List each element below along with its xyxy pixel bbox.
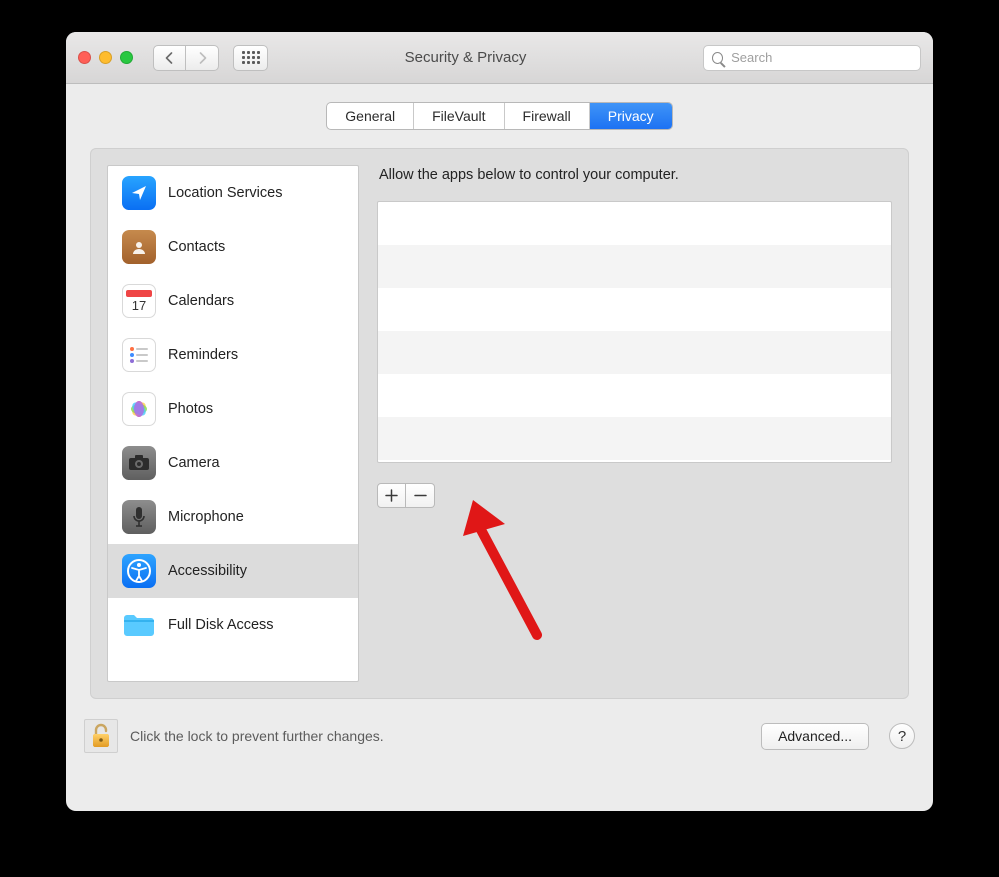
sidebar-item-camera[interactable]: Camera [108, 436, 358, 490]
sidebar-item-label: Location Services [168, 185, 282, 201]
right-pane: Allow the apps below to control your com… [377, 165, 892, 682]
sidebar-item-location-services[interactable]: Location Services [108, 166, 358, 220]
search-input[interactable] [729, 49, 912, 66]
chevron-right-icon [197, 52, 208, 64]
privacy-category-list[interactable]: Location Services Contacts 17 Calendars [107, 165, 359, 682]
chevron-left-icon [164, 52, 175, 64]
tab-general[interactable]: General [327, 103, 414, 129]
sidebar-item-label: Microphone [168, 509, 244, 525]
minus-icon [414, 489, 427, 502]
window-title: Security & Privacy [240, 49, 691, 66]
tab-privacy[interactable]: Privacy [590, 103, 672, 129]
allowed-apps-list[interactable] [377, 201, 892, 463]
sidebar-item-accessibility[interactable]: Accessibility [108, 544, 358, 598]
sidebar-item-full-disk-access[interactable]: Full Disk Access [108, 598, 358, 652]
camera-icon [122, 446, 156, 480]
pane-description: Allow the apps below to control your com… [379, 167, 890, 183]
sidebar-item-label: Reminders [168, 347, 238, 363]
search-field[interactable] [703, 45, 921, 71]
folder-icon [122, 608, 156, 642]
back-button[interactable] [154, 46, 186, 70]
lock-text: Click the lock to prevent further change… [130, 728, 384, 744]
sidebar-item-label: Camera [168, 455, 220, 471]
calendar-icon: 17 [122, 284, 156, 318]
sidebar-item-label: Full Disk Access [168, 617, 274, 633]
tab-group: General FileVault Firewall Privacy [326, 102, 672, 130]
forward-button[interactable] [186, 46, 218, 70]
footer: Click the lock to prevent further change… [66, 719, 933, 771]
sidebar-item-label: Contacts [168, 239, 225, 255]
app-row-empty [378, 245, 891, 288]
sidebar-item-label: Accessibility [168, 563, 247, 579]
microphone-icon [122, 500, 156, 534]
remove-button[interactable] [406, 483, 435, 508]
accessibility-icon [122, 554, 156, 588]
app-row-empty [378, 288, 891, 331]
sidebar-item-contacts[interactable]: Contacts [108, 220, 358, 274]
close-window-button[interactable] [78, 51, 91, 64]
sidebar-item-label: Photos [168, 401, 213, 417]
location-arrow-icon [122, 176, 156, 210]
sidebar-item-microphone[interactable]: Microphone [108, 490, 358, 544]
sidebar-item-label: Calendars [168, 293, 234, 309]
help-button[interactable]: ? [889, 723, 915, 749]
preferences-window: Security & Privacy General FileVault Fir… [66, 32, 933, 811]
zoom-window-button[interactable] [120, 51, 133, 64]
app-row-empty [378, 202, 891, 245]
photos-flower-icon [122, 392, 156, 426]
add-button[interactable] [377, 483, 406, 508]
nav-back-forward [153, 45, 219, 71]
app-row-empty [378, 374, 891, 417]
lock-group[interactable]: Click the lock to prevent further change… [84, 719, 384, 753]
address-book-icon [122, 230, 156, 264]
tab-firewall[interactable]: Firewall [505, 103, 590, 129]
plus-icon [385, 489, 398, 502]
sidebar-item-calendars[interactable]: 17 Calendars [108, 274, 358, 328]
titlebar: Security & Privacy [66, 32, 933, 84]
minimize-window-button[interactable] [99, 51, 112, 64]
reminders-icon [122, 338, 156, 372]
app-row-empty [378, 331, 891, 374]
tab-filevault[interactable]: FileVault [414, 103, 504, 129]
lock-icon[interactable] [84, 719, 118, 753]
sidebar-item-reminders[interactable]: Reminders [108, 328, 358, 382]
tabs-row: General FileVault Firewall Privacy [66, 84, 933, 148]
sidebar-item-photos[interactable]: Photos [108, 382, 358, 436]
traffic-lights [78, 51, 133, 64]
content-pane: Location Services Contacts 17 Calendars [90, 148, 909, 699]
svg-text:17: 17 [132, 298, 146, 313]
advanced-button[interactable]: Advanced... [761, 723, 869, 750]
add-remove-group [377, 483, 892, 508]
app-row-empty [378, 417, 891, 460]
search-icon [712, 52, 723, 64]
